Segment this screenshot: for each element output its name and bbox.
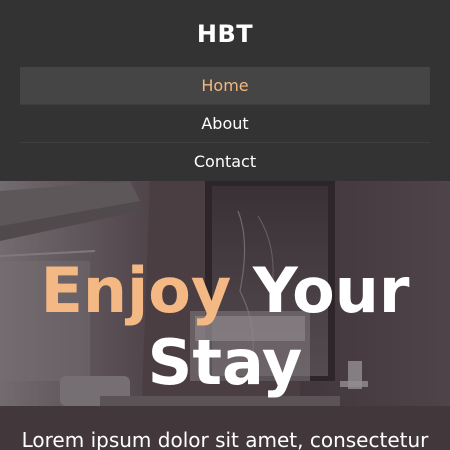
nav-item-about[interactable]: About	[20, 105, 430, 142]
hero-title-word: Stay	[147, 326, 303, 399]
brand-logo[interactable]: HBT	[0, 18, 450, 50]
hero-section: Enjoy Your Stay Lorem ipsum dolor sit am…	[0, 181, 450, 450]
hero-title-accent: Enjoy	[40, 254, 232, 327]
hero-title: Enjoy Your Stay	[0, 255, 450, 399]
hero-title-word: Your	[252, 254, 410, 327]
hero-description: Lorem ipsum dolor sit amet, consectetur	[21, 428, 429, 450]
site-header: HBT Home About Contact	[0, 0, 450, 181]
nav-item-home[interactable]: Home	[20, 67, 430, 104]
nav-item-contact[interactable]: Contact	[20, 143, 430, 180]
